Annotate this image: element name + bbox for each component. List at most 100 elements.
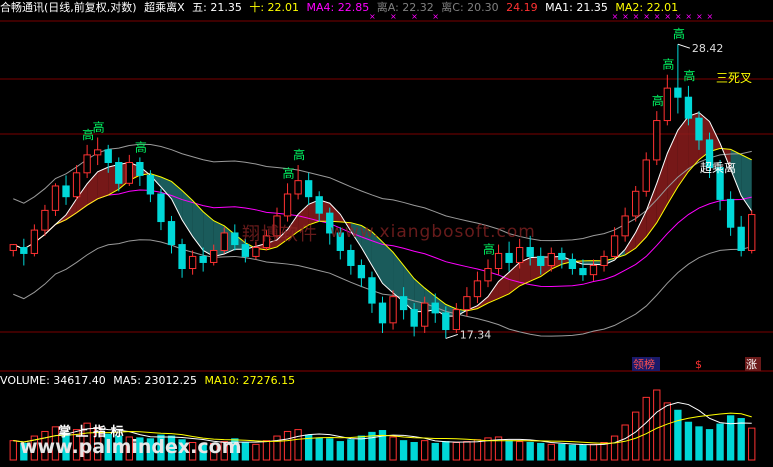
candle-body <box>20 247 28 254</box>
signal-x-marker: × <box>390 12 397 21</box>
candle-body <box>62 185 70 198</box>
volume-bar <box>526 442 534 461</box>
volume-bar <box>442 441 450 461</box>
candle-body <box>9 244 17 251</box>
volume-bar <box>252 443 260 461</box>
candle-body <box>51 185 60 211</box>
candle-body <box>579 268 587 276</box>
candle-body <box>30 229 39 254</box>
candle-body <box>421 302 429 327</box>
volume-bar <box>410 442 418 461</box>
candle-body <box>515 247 524 263</box>
candle-body <box>621 215 629 237</box>
volume-header: VOLUME: 34617.40 MA5: 23012.25 MA10: 272… <box>0 374 299 388</box>
signal-x-marker: × <box>432 12 439 21</box>
candle-body <box>210 249 218 263</box>
volume-bar <box>463 441 471 461</box>
tag-signal: 领榜 <box>633 357 655 371</box>
ma-fill <box>97 167 109 199</box>
volume-bar <box>336 441 344 461</box>
high-pointer <box>677 43 691 49</box>
low-price-label: 17.34 <box>460 328 492 341</box>
high-marker: 高 <box>483 241 495 256</box>
candle-body <box>663 87 671 122</box>
candle-body <box>146 174 155 195</box>
candle-body <box>357 264 366 279</box>
candle-body <box>442 312 450 331</box>
tag-rise: 涨 <box>746 358 757 371</box>
watermark-palm-url: www.palmindex.com <box>20 436 242 458</box>
candle-body <box>241 244 250 257</box>
signal-x-marker: × <box>369 12 376 21</box>
candle-body <box>737 226 745 251</box>
tag-s: $ <box>695 358 702 371</box>
candle-body <box>94 149 102 156</box>
candle-body <box>104 149 112 163</box>
volume-bar <box>632 411 640 461</box>
high-marker: 高 <box>93 119 105 134</box>
candle-body <box>600 255 608 266</box>
volume-bar <box>610 435 619 461</box>
high-marker: 高 <box>135 139 147 154</box>
signal-x-marker: × <box>643 12 650 21</box>
candle-body <box>136 161 144 176</box>
candle-body <box>568 258 577 270</box>
candle-body <box>72 172 81 198</box>
signal-x-marker: × <box>633 12 640 21</box>
three-death-cross-label: 三死叉 <box>716 71 752 85</box>
ma-fill <box>171 181 183 220</box>
volume-ma5: MA5: 23012.25 <box>113 374 197 387</box>
candle-body <box>653 120 661 161</box>
candle-body <box>431 302 439 314</box>
candle-body <box>589 264 598 276</box>
signal-x-marker: × <box>707 12 714 21</box>
signal-x-marker: × <box>664 12 671 21</box>
candle-body <box>294 180 302 195</box>
watermark-software: 翔博软件 <box>242 224 318 245</box>
candle-body <box>399 296 408 311</box>
volume-bar <box>389 436 397 461</box>
volume-bar <box>505 440 513 461</box>
candle-body <box>748 214 756 251</box>
signal-x-marker: × <box>696 12 703 21</box>
signal-x-marker: × <box>612 12 619 21</box>
ma-fill <box>656 153 668 223</box>
volume-bar <box>748 427 756 461</box>
ma-fill <box>487 281 499 304</box>
volume-bar <box>705 429 714 461</box>
high-marker: 高 <box>662 57 674 72</box>
volume-value: VOLUME: 34617.40 <box>0 374 106 387</box>
high-marker: 高 <box>283 165 295 180</box>
volume-bar <box>568 444 577 461</box>
candle-body <box>347 249 355 266</box>
volume-bar <box>716 423 724 461</box>
candle-body <box>178 244 186 270</box>
candle-body <box>231 232 239 246</box>
candle-body <box>115 161 123 184</box>
candle-body <box>695 117 703 141</box>
volume-bar <box>589 443 598 461</box>
candle-body <box>632 190 640 217</box>
candle-body <box>41 209 49 231</box>
signal-x-marker: × <box>654 12 661 21</box>
volume-bar <box>674 409 682 461</box>
high-marker: 高 <box>673 26 685 41</box>
candle-body <box>315 196 323 214</box>
candle-body <box>674 87 682 98</box>
candle-body <box>463 296 471 311</box>
candle-body <box>252 247 260 257</box>
candle-body <box>684 96 693 119</box>
volume-bar <box>579 444 587 461</box>
volume-bar <box>695 426 703 461</box>
signal-x-marker: × <box>675 12 682 21</box>
candle-body <box>410 309 418 327</box>
volume-bar <box>399 440 408 461</box>
candle-body <box>526 247 534 257</box>
volume-bar <box>347 439 355 461</box>
candle-body <box>157 193 165 223</box>
candle-body <box>304 180 313 198</box>
volume-bar <box>473 439 482 461</box>
candle-body <box>505 252 513 263</box>
volume-bar <box>283 430 292 461</box>
volume-bar <box>241 442 250 461</box>
